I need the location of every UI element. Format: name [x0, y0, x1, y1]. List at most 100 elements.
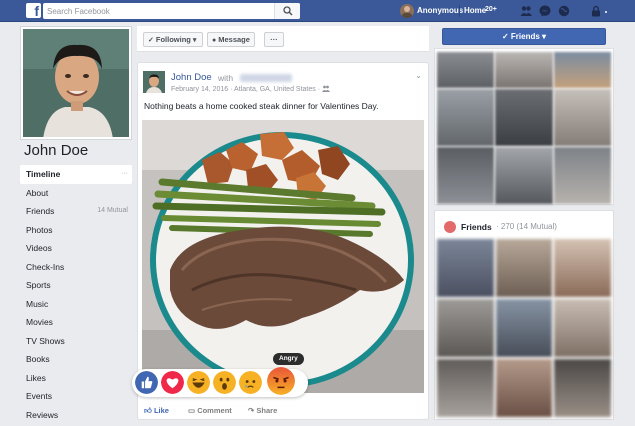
search-button[interactable]: [274, 3, 300, 19]
friends-button-label: Friends: [510, 32, 540, 41]
friends-panel-title[interactable]: Friends: [461, 222, 492, 232]
reactions-picker: [132, 367, 308, 397]
reaction-tooltip: Angry: [273, 353, 304, 365]
friend-thumbnail[interactable]: [554, 239, 611, 297]
nav-books[interactable]: Books: [20, 350, 132, 369]
comment-label: Comment: [197, 406, 232, 415]
friends-status-button[interactable]: ✓ Friends ▾: [442, 28, 606, 45]
post-location[interactable]: Atlanta, GA, United States: [234, 86, 316, 93]
nav-events[interactable]: Events: [20, 387, 132, 406]
nav-about[interactable]: About: [20, 184, 132, 203]
friends-icon: [444, 221, 456, 233]
photo-thumbnail[interactable]: [495, 147, 553, 204]
profile-picture[interactable]: [20, 26, 132, 140]
photo-thumbnail[interactable]: [495, 52, 553, 88]
photo-thumbnail[interactable]: [437, 52, 495, 88]
message-button[interactable]: ● Message: [207, 32, 255, 47]
settings-arrow-icon[interactable]: [605, 11, 607, 13]
post-with-label: with: [218, 73, 234, 83]
profile-navigation: Timeline ··· About Friends 14 Mutual Photo…: [20, 165, 132, 424]
nav-label: Friends: [26, 206, 55, 216]
more-options-button[interactable]: ···: [264, 32, 284, 47]
following-button[interactable]: ✓ Following ▾: [143, 32, 204, 47]
user-avatar[interactable]: [400, 4, 414, 18]
share-button[interactable]: ↷ Share: [248, 406, 277, 415]
search-icon: [283, 6, 293, 16]
nav-likes[interactable]: Likes: [20, 369, 132, 388]
nav-videos[interactable]: Videos: [20, 239, 132, 258]
comment-icon: ▭: [188, 406, 196, 415]
friend-thumbnail[interactable]: [495, 299, 553, 357]
photo-thumbnail[interactable]: [437, 89, 495, 146]
sad-reaction-icon[interactable]: [239, 371, 262, 394]
nav-label: Timeline: [26, 169, 61, 179]
photo-thumbnail[interactable]: [553, 52, 611, 88]
wow-reaction-icon[interactable]: [213, 371, 236, 394]
comment-button[interactable]: ▭ Comment: [188, 406, 232, 415]
globe-icon[interactable]: [558, 5, 570, 17]
chevron-down-icon: ▾: [539, 32, 547, 41]
chevron-down-icon: ▾: [192, 37, 197, 44]
friends-panel-count: · 270 (14 Mutual): [496, 222, 557, 231]
angry-reaction-icon[interactable]: [267, 367, 295, 395]
facebook-logo[interactable]: f: [26, 3, 41, 18]
checkmark-icon: ✓: [501, 32, 511, 41]
tagged-user-blurred[interactable]: [240, 74, 292, 82]
user-name-link[interactable]: Anonymous: [417, 6, 463, 15]
post-action-footer: 👍︎ Like ▭ Comment ↷ Share: [138, 403, 428, 419]
share-label: Share: [256, 406, 278, 415]
checkmark-icon: ✓: [148, 37, 154, 44]
friends-privacy-icon[interactable]: [322, 85, 330, 92]
friend-thumbnail[interactable]: [495, 359, 553, 417]
love-reaction-icon[interactable]: [161, 371, 184, 394]
friend-thumbnail[interactable]: [437, 239, 494, 297]
nav-friends[interactable]: Friends 14 Mutual: [20, 202, 132, 221]
friend-thumbnail[interactable]: [437, 359, 494, 417]
search-input[interactable]: [43, 3, 273, 19]
like-button[interactable]: 👍︎ Like: [144, 406, 169, 416]
photo-thumbnail[interactable]: [553, 147, 611, 204]
nav-check-ins[interactable]: Check-Ins: [20, 258, 132, 277]
timeline-post: John Doe with February 14, 2016 · Atlant…: [132, 62, 429, 420]
friend-thumbnail[interactable]: [554, 299, 611, 357]
nav-music[interactable]: Music: [20, 295, 132, 314]
friend-requests-icon[interactable]: [520, 5, 532, 17]
nav-tv-shows[interactable]: TV Shows: [20, 332, 132, 351]
post-options-chevron-icon[interactable]: ⌄: [415, 71, 422, 80]
photo-thumbnail[interactable]: [553, 89, 611, 146]
like-icon: 👍︎: [144, 406, 152, 415]
photo-grid: [437, 52, 611, 204]
friends-panel: Friends · 270 (14 Mutual): [434, 210, 614, 420]
like-label: Like: [153, 406, 169, 415]
friends-grid: [437, 239, 611, 417]
profile-name[interactable]: John Doe: [24, 142, 88, 159]
friend-thumbnail[interactable]: [495, 239, 553, 297]
nav-timeline[interactable]: Timeline ···: [20, 165, 132, 184]
message-label: Message: [218, 35, 250, 44]
haha-reaction-icon[interactable]: [187, 371, 210, 394]
photo-thumbnail[interactable]: [495, 89, 553, 146]
photo-thumbnail[interactable]: [437, 147, 495, 204]
messenger-icon[interactable]: [539, 5, 551, 17]
post-text: Nothing beats a home cooked steak dinner…: [144, 101, 379, 111]
post-author-name[interactable]: John Doe: [171, 72, 212, 83]
message-icon: ●: [212, 37, 217, 44]
lock-icon[interactable]: [590, 5, 602, 17]
search-box: [43, 3, 300, 19]
friend-thumbnail[interactable]: [437, 299, 494, 357]
share-icon: ↷: [248, 406, 255, 415]
home-link[interactable]: Home: [464, 6, 486, 15]
nav-sports[interactable]: Sports: [20, 276, 132, 295]
post-author-avatar[interactable]: [143, 71, 165, 93]
like-reaction-icon[interactable]: [135, 371, 158, 394]
mutual-friends-count: 14 Mutual: [97, 207, 128, 214]
friend-thumbnail[interactable]: [554, 359, 611, 417]
nav-photos[interactable]: Photos: [20, 221, 132, 240]
nav-reviews[interactable]: Reviews: [20, 406, 132, 425]
nav-movies[interactable]: Movies: [20, 313, 132, 332]
more-icon[interactable]: ···: [121, 165, 128, 184]
post-date[interactable]: February 14, 2016: [171, 86, 228, 93]
following-label: Following: [155, 35, 191, 44]
profile-action-bar: ✓ Following ▾ ● Message ···: [137, 26, 429, 52]
photos-panel: [434, 48, 614, 205]
